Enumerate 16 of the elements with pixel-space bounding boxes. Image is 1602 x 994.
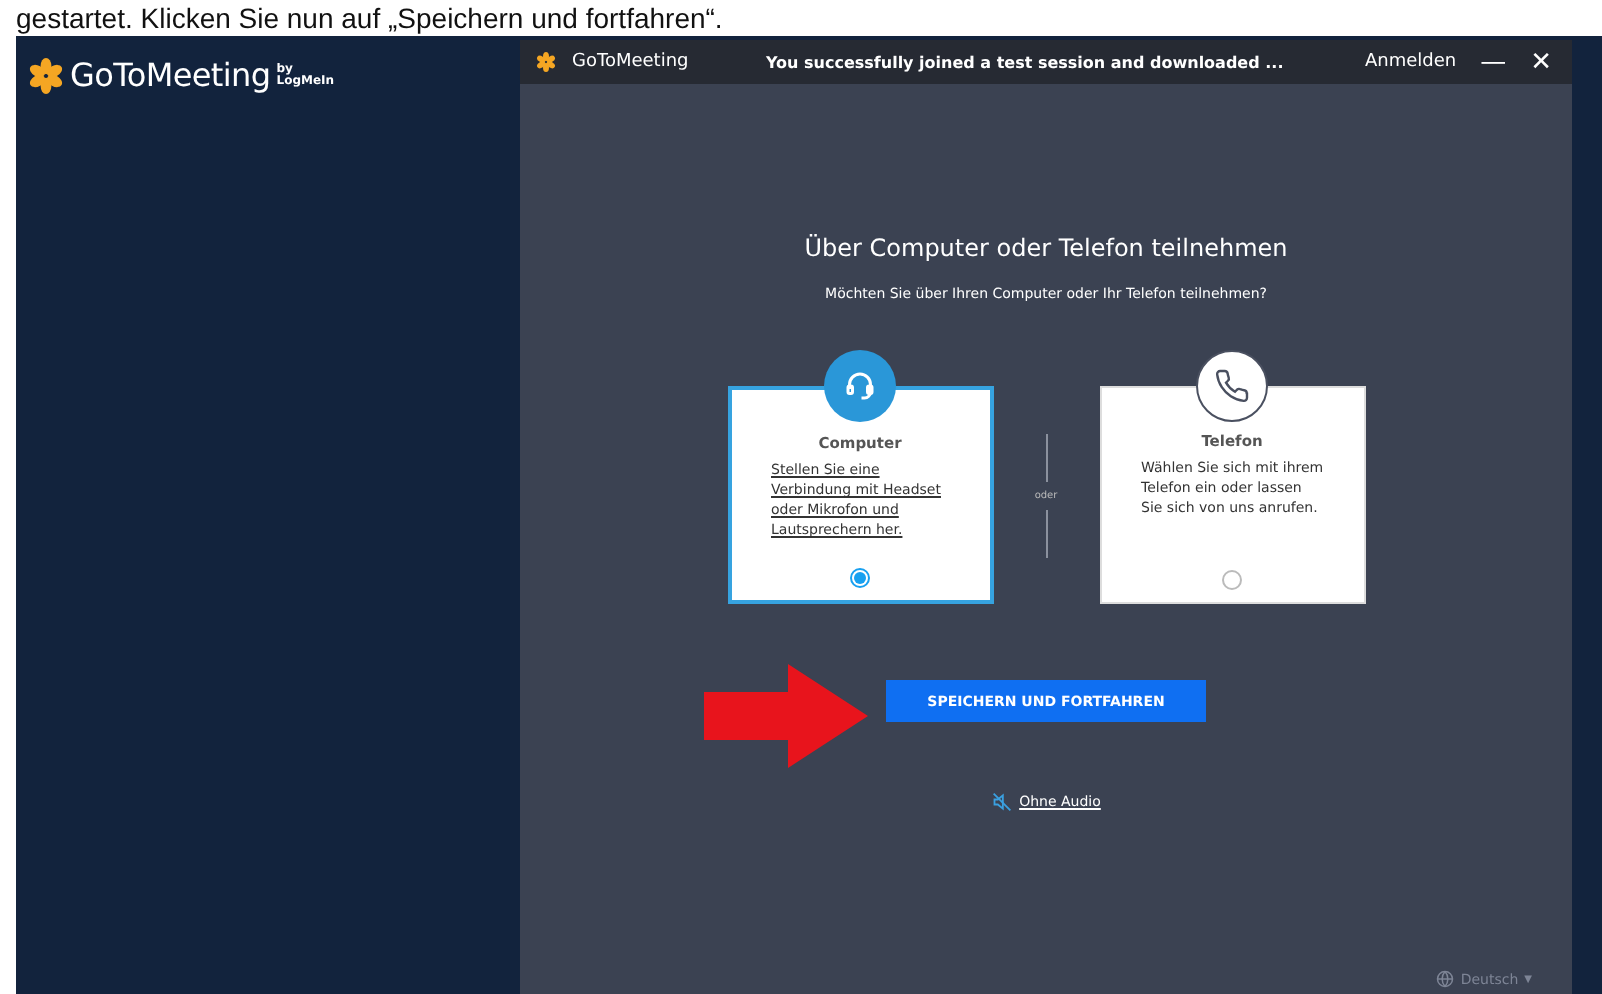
- flower-logo-icon: [536, 52, 556, 72]
- dialog-heading: Über Computer oder Telefon teilnehmen: [804, 234, 1288, 262]
- headset-icon: [823, 350, 895, 422]
- caption-text: gestartet. Klicken Sie nun auf „Speichern und fortfahren“.: [16, 2, 723, 34]
- minimize-button[interactable]: —: [1476, 47, 1511, 77]
- close-button[interactable]: ✕: [1526, 47, 1556, 77]
- brand-logo: GoToMeeting: [70, 56, 271, 94]
- flower-logo-icon: [28, 57, 64, 93]
- phone-icon: [1195, 350, 1267, 422]
- radio-button[interactable]: [850, 568, 870, 588]
- muted-speaker-icon: [991, 792, 1012, 812]
- window-title: You successfully joined a test session and downloaded ...: [763, 53, 1286, 71]
- window-logo: GoToMeeting: [572, 52, 689, 72]
- sign-in-button[interactable]: Anmelden: [1360, 52, 1461, 72]
- globe-icon: [1436, 970, 1455, 988]
- radio-button[interactable]: [1222, 570, 1242, 590]
